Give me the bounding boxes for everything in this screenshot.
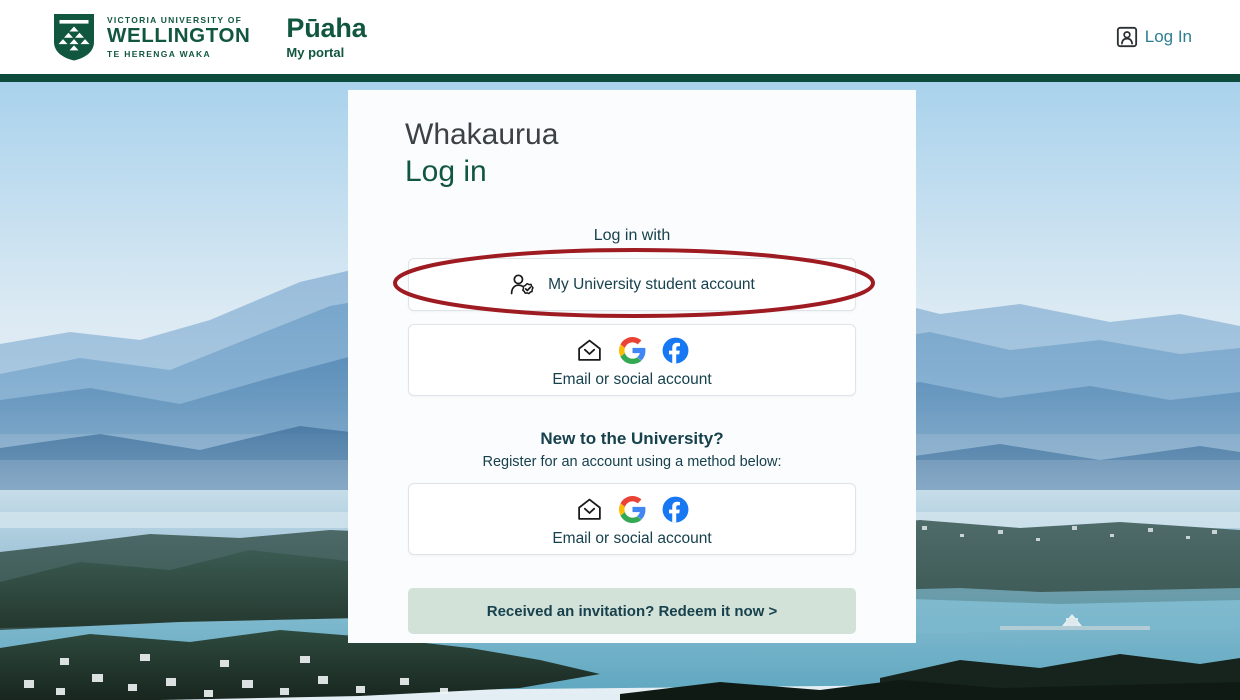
social-register-icon-row	[576, 494, 689, 524]
social-login-icon-row	[576, 335, 689, 365]
portal-name: Pūaha	[286, 13, 367, 43]
social-register-button[interactable]: Email or social account	[408, 483, 856, 556]
university-wordmark: VICTORIA UNIVERSITY OF WELLINGTON TE HER…	[107, 16, 250, 59]
new-user-subtext: Register for an account using a method b…	[482, 454, 782, 471]
portal-subtitle: My portal	[286, 45, 345, 60]
facebook-icon	[662, 496, 688, 523]
wordmark-line-1: VICTORIA UNIVERSITY OF	[107, 14, 243, 25]
google-icon	[618, 495, 645, 523]
page-title-english: Log in	[405, 155, 487, 189]
email-envelope-icon	[577, 498, 601, 520]
person-verified-icon	[510, 274, 534, 295]
redeem-invitation-label: Received an invitation? Redeem it now >	[486, 602, 778, 620]
university-account-label: My University student account	[548, 275, 755, 293]
university-account-button[interactable]: My University student account	[408, 258, 856, 312]
site-header: VICTORIA UNIVERSITY OF WELLINGTON TE HER…	[0, 0, 1240, 74]
log-in-with-label: Log in with	[593, 227, 671, 245]
login-link[interactable]: Log In	[1116, 26, 1192, 48]
new-user-heading: New to the University?	[540, 429, 724, 449]
social-login-button[interactable]: Email or social account	[408, 324, 856, 397]
user-account-icon	[1116, 26, 1137, 48]
login-link-label: Log In	[1144, 27, 1192, 46]
card-title: Whakaurua Log in	[348, 90, 916, 190]
google-icon	[618, 336, 645, 364]
facebook-icon	[662, 337, 688, 364]
header-divider-rule	[0, 74, 1240, 82]
social-register-label: Email or social account	[552, 530, 712, 548]
page-title-maori: Whakaurua	[405, 118, 559, 151]
university-logo[interactable]: VICTORIA UNIVERSITY OF WELLINGTON TE HER…	[52, 12, 250, 62]
wordmark-line-2: WELLINGTON	[107, 24, 251, 48]
vuw-shield-icon	[54, 14, 94, 61]
social-login-label: Email or social account	[552, 371, 712, 389]
wordmark-line-3: TE HERENGA WAKA	[107, 48, 211, 59]
email-envelope-icon	[577, 339, 601, 361]
portal-title[interactable]: Pūaha My portal	[286, 13, 367, 60]
redeem-invitation-button[interactable]: Received an invitation? Redeem it now >	[408, 588, 856, 635]
login-page: VICTORIA UNIVERSITY OF WELLINGTON TE HER…	[0, 0, 1240, 700]
login-card: Whakaurua Log in Log in with My Universi…	[348, 90, 916, 643]
